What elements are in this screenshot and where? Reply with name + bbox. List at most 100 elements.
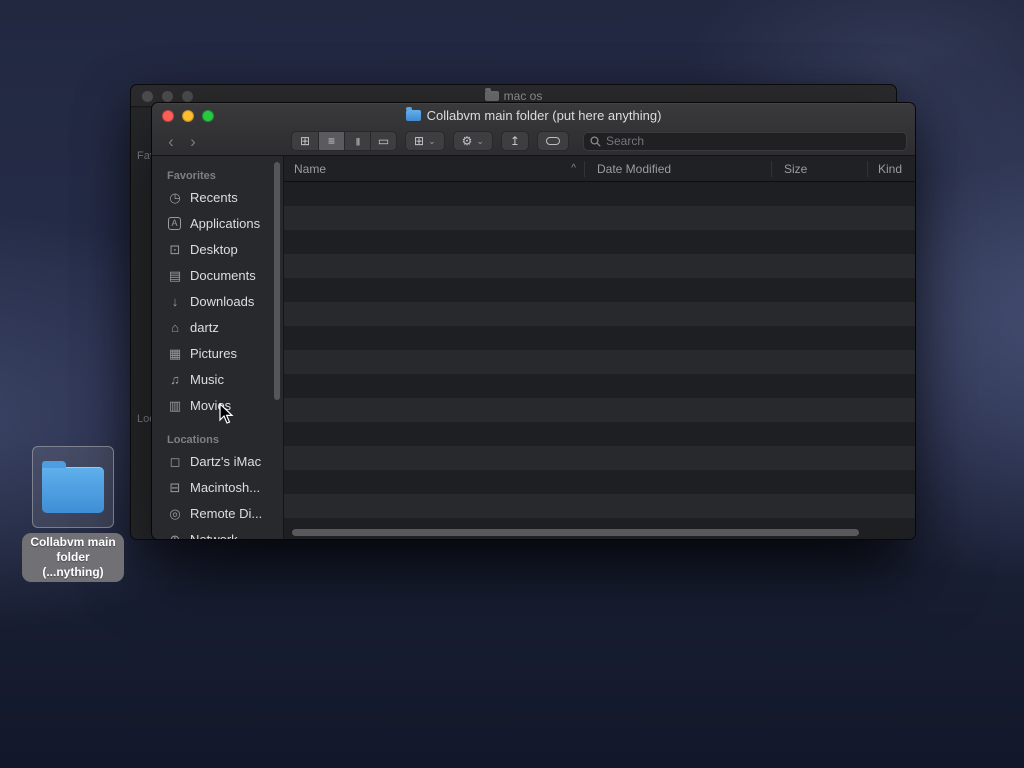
sidebar-item-music[interactable]: ♫ Music (152, 366, 283, 392)
sidebar-item-label: dartz (190, 319, 219, 335)
sidebar-item-documents[interactable]: ▤ Documents (152, 262, 283, 288)
sidebar-item-label: Music (190, 371, 224, 387)
sidebar-section-locations: Locations (167, 434, 219, 446)
zoom-button[interactable] (202, 110, 214, 122)
traffic-lights (162, 110, 214, 122)
desktop-icon-label-line1: Collabvm main (30, 535, 116, 549)
sidebar-item-label: Applications (190, 215, 261, 231)
sidebar-item-label: Recents (190, 189, 238, 205)
window-header: Collabvm main folder (put here anything)… (152, 103, 915, 156)
disc-icon: ◎ (169, 505, 181, 521)
sidebar-item-downloads[interactable]: ↓ Downloads (152, 288, 283, 314)
search-icon (590, 135, 601, 147)
group-icon: ⊞ (414, 134, 425, 148)
chevron-down-icon: ⌄ (428, 135, 436, 146)
hard-disk-icon: ⊟ (169, 479, 181, 495)
toolbar: ‹ › ⊞ ≡ ||| ▭ ⊞ ⌄ ⚙ ⌄ ↥ (152, 127, 915, 155)
tags-icon (545, 137, 560, 145)
desktop-icon-collabvm-folder[interactable]: Collabvm main folder (...nything) (22, 446, 124, 582)
column-label: Name (294, 161, 327, 176)
file-list-pane: Name ^ Date Modified Size Kind (284, 156, 915, 539)
background-window-title: mac os (484, 87, 543, 103)
window-title-text: Collabvm main folder (put here anything) (426, 107, 662, 123)
sidebar: Favorites ◷ Recents A Applications ⊡ Des… (152, 156, 284, 539)
desktop-icon-label-line2: folder (...nything) (42, 550, 104, 579)
forward-button[interactable]: › (182, 131, 204, 151)
gallery-view-icon: ▭ (377, 134, 390, 148)
column-header-date-modified[interactable]: Date Modified (584, 160, 771, 177)
sidebar-item-pictures[interactable]: ▦ Pictures (152, 340, 283, 366)
search-input[interactable] (605, 134, 900, 148)
action-button[interactable]: ⚙ ⌄ (452, 131, 493, 151)
column-view-button[interactable]: ||| (344, 132, 370, 150)
network-globe-icon: ⊕ (169, 531, 181, 540)
sidebar-item-label: Macintosh... (190, 479, 261, 495)
view-mode-segmented-control: ⊞ ≡ ||| ▭ (291, 131, 397, 151)
sidebar-section-label-clipped: Locations (137, 413, 152, 425)
column-header-kind[interactable]: Kind (867, 160, 915, 177)
inactive-close-button[interactable] (142, 91, 153, 102)
sidebar-item-home[interactable]: ⌂ dartz (152, 314, 283, 340)
sidebar-item-desktop[interactable]: ⊡ Desktop (152, 236, 283, 262)
pictures-icon: ▦ (168, 345, 182, 361)
background-window-title-text: mac os (503, 88, 543, 103)
inactive-traffic-lights (142, 91, 193, 102)
sidebar-scrollbar[interactable] (274, 162, 280, 400)
sidebar-item-label: Desktop (190, 241, 238, 257)
clock-icon: ◷ (169, 189, 181, 205)
blue-folder-icon (42, 461, 104, 513)
background-window-sidebar-strip: Favorites Locations (131, 108, 152, 539)
desktop-icon-glyph: ⊡ (169, 241, 181, 257)
folder-icon (405, 106, 421, 121)
applications-icon: A (168, 216, 181, 230)
minimize-button[interactable] (182, 110, 194, 122)
sidebar-item-remote-disc[interactable]: ◎ Remote Di... (152, 500, 283, 526)
horizontal-scrollbar[interactable] (292, 529, 859, 536)
sidebar-item-network[interactable]: ⊕ Network (152, 526, 283, 540)
sidebar-item-label: Network (190, 531, 238, 540)
share-icon: ↥ (509, 134, 520, 148)
column-view-icon: ||| (355, 136, 360, 146)
sidebar-section-label-clipped: Favorites (137, 150, 152, 162)
column-header-name[interactable]: Name ^ (284, 162, 584, 176)
imac-icon: ◻ (169, 453, 181, 469)
sidebar-item-recents[interactable]: ◷ Recents (152, 184, 283, 210)
sidebar-item-movies[interactable]: ▥ Movies (152, 392, 283, 418)
grid-view-icon: ⊞ (299, 134, 311, 148)
list-column-headers: Name ^ Date Modified Size Kind (284, 156, 915, 182)
gear-icon: ⚙ (461, 134, 473, 148)
desktop-icon-label: Collabvm main folder (...nything) (22, 533, 124, 582)
list-view-button[interactable]: ≡ (318, 132, 344, 150)
close-button[interactable] (162, 110, 174, 122)
folder-selection-box[interactable] (32, 446, 114, 528)
sidebar-item-label: Movies (190, 397, 232, 413)
titlebar[interactable]: Collabvm main folder (put here anything) (152, 103, 915, 127)
sidebar-item-label: Documents (190, 267, 256, 283)
icon-view-button[interactable]: ⊞ (292, 132, 318, 150)
file-list-empty[interactable] (284, 182, 915, 539)
window-body: Favorites ◷ Recents A Applications ⊡ Des… (152, 156, 915, 539)
sidebar-item-label: Downloads (190, 293, 255, 309)
inactive-zoom-button[interactable] (182, 91, 193, 102)
back-button[interactable]: ‹ (160, 131, 182, 151)
chevron-down-icon: ⌄ (476, 135, 484, 146)
sidebar-item-label: Dartz's iMac (190, 453, 262, 469)
home-icon: ⌂ (171, 319, 179, 335)
search-field[interactable] (582, 131, 907, 151)
share-button[interactable]: ↥ (500, 131, 529, 151)
sidebar-item-applications[interactable]: A Applications (152, 210, 283, 236)
sidebar-section-favorites: Favorites (167, 170, 216, 182)
group-button[interactable]: ⊞ ⌄ (405, 131, 445, 151)
gallery-view-button[interactable]: ▭ (370, 132, 396, 150)
sidebar-item-imac[interactable]: ◻ Dartz's iMac (152, 448, 283, 474)
folder-icon (484, 87, 499, 101)
finder-window: Collabvm main folder (put here anything)… (151, 102, 916, 540)
inactive-minimize-button[interactable] (162, 91, 173, 102)
sidebar-item-macintosh-hd[interactable]: ⊟ Macintosh... (152, 474, 283, 500)
window-title: Collabvm main folder (put here anything) (405, 106, 662, 123)
tags-button[interactable] (536, 131, 569, 151)
sidebar-item-label: Remote Di... (190, 505, 263, 521)
music-note-icon: ♫ (170, 371, 180, 387)
column-header-size[interactable]: Size (771, 160, 867, 177)
film-icon: ▥ (168, 397, 182, 413)
